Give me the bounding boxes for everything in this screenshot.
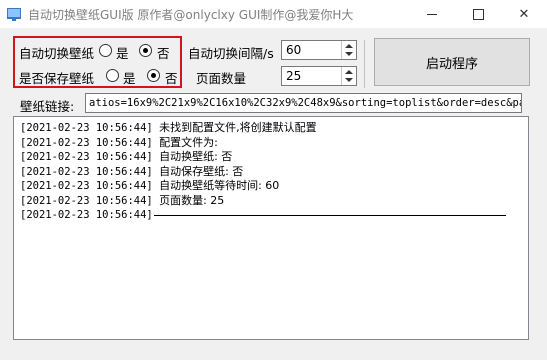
page-count-stepper[interactable] xyxy=(341,67,356,85)
interval-value: 60 xyxy=(286,43,302,57)
minimize-button[interactable] xyxy=(409,0,455,28)
spin-up-icon[interactable] xyxy=(345,44,353,48)
auto-save-yes-radio[interactable] xyxy=(106,69,119,82)
log-output[interactable]: [2021-02-23 10:56:44] 未找到配置文件,将创建默认配置 [2… xyxy=(13,116,529,340)
maximize-button[interactable] xyxy=(455,0,501,28)
spin-up-icon[interactable] xyxy=(345,70,353,74)
window-title: 自动切换壁纸GUI版 原作者@onlyclxy GUI制作@我爱你H大 xyxy=(28,8,354,22)
interval-spinbox[interactable]: 60 xyxy=(281,40,357,60)
auto-save-yes-label: 是 xyxy=(123,71,136,86)
close-button[interactable]: ✕ xyxy=(501,0,547,28)
interval-stepper[interactable] xyxy=(341,41,356,59)
log-line: [2021-02-23 10:56:44] 未找到配置文件,将创建默认配置 xyxy=(20,121,317,134)
title-bar: 自动切换壁纸GUI版 原作者@onlyclxy GUI制作@我爱你H大 ✕ xyxy=(0,0,547,28)
log-line: [2021-02-23 10:56:44] 自动保存壁纸: 否 xyxy=(20,164,244,178)
auto-save-no-radio[interactable] xyxy=(147,69,160,82)
auto-switch-no-radio[interactable] xyxy=(139,44,152,57)
interval-label: 自动切换间隔/s xyxy=(188,46,274,61)
page-count-label: 页面数量 xyxy=(196,71,247,86)
auto-switch-yes-label: 是 xyxy=(116,46,129,61)
minimize-icon xyxy=(427,13,437,15)
url-input[interactable]: atios=16x9%2C21x9%2C16x10%2C32x9%2C48x9&… xyxy=(85,93,522,113)
auto-save-label: 是否保存壁纸 xyxy=(19,71,95,86)
divider xyxy=(364,40,365,88)
log-separator xyxy=(153,214,506,216)
log-line: [2021-02-23 10:56:44] 自动换壁纸: 否 xyxy=(20,150,233,163)
maximize-icon xyxy=(472,8,484,20)
auto-switch-no-label: 否 xyxy=(157,46,170,61)
url-label: 壁纸链接: xyxy=(20,99,75,114)
page-count-spinbox[interactable]: 25 xyxy=(281,66,357,86)
log-line: [2021-02-23 10:56:44] 配置文件为: xyxy=(20,135,218,149)
spin-down-icon[interactable] xyxy=(345,52,353,56)
page-count-value: 25 xyxy=(286,69,302,83)
auto-switch-yes-radio[interactable] xyxy=(99,44,112,57)
log-line: [2021-02-23 10:56:44] xyxy=(20,208,522,223)
app-icon xyxy=(7,8,21,21)
close-icon: ✕ xyxy=(518,6,530,22)
auto-save-no-label: 否 xyxy=(165,71,178,86)
auto-switch-label: 自动切换壁纸 xyxy=(19,46,95,61)
log-line: [2021-02-23 10:56:44] 页面数量: 25 xyxy=(20,193,225,207)
start-button[interactable]: 启动程序 xyxy=(374,38,530,86)
spin-down-icon[interactable] xyxy=(345,78,353,82)
log-line: [2021-02-23 10:56:44] 自动换壁纸等待时间: 60 xyxy=(20,179,280,192)
